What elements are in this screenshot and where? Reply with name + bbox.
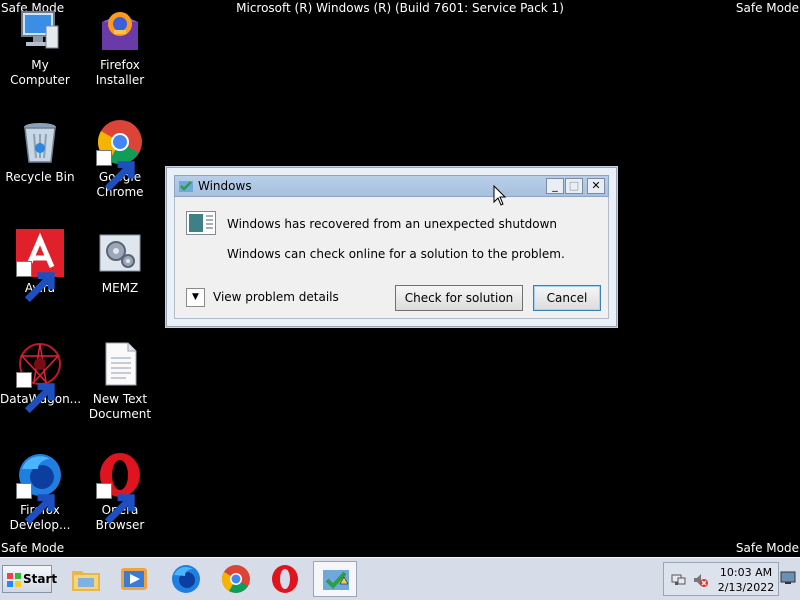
taskbar-opera[interactable] [263, 561, 307, 597]
recycle-bin-icon [16, 118, 64, 166]
shortcut-arrow-icon [16, 483, 55, 525]
clock-date: 2/13/2022 [717, 581, 775, 594]
desktop-icon-memz[interactable]: MEMZ [80, 229, 160, 296]
desktop-icon-recycle-bin[interactable]: Recycle Bin [0, 118, 80, 185]
desktop-icon-firefox-installer[interactable]: Firefox Installer [80, 6, 160, 88]
view-details-toggle[interactable]: ▼ [186, 288, 205, 307]
desktop-icon-new-text-document[interactable]: New Text Document [80, 340, 160, 422]
desktop-icon-my-computer[interactable]: My Computer [0, 6, 80, 88]
taskbar-explorer[interactable] [64, 561, 108, 597]
dialog-title: Windows [198, 179, 252, 193]
minimize-button[interactable]: _ [546, 178, 564, 194]
desktop-icon-label: Firefox Installer [95, 58, 145, 87]
view-details-label[interactable]: View problem details [213, 290, 339, 304]
shortcut-arrow-icon [16, 261, 55, 303]
clock-time: 10:03 AM [719, 566, 773, 579]
explorer-icon [72, 571, 100, 591]
network-icon[interactable] [670, 572, 686, 588]
clock[interactable]: 10:03 AM 2/13/2022 [714, 565, 778, 595]
firefox-installer-icon [96, 6, 144, 54]
taskbar-chrome[interactable] [214, 561, 258, 597]
firefox-icon [172, 565, 200, 593]
safe-mode-label-bottom-right: Safe Mode [735, 541, 799, 555]
desktop-icon-google-chrome[interactable]: Google Chrome [80, 118, 160, 200]
text-document-icon [96, 340, 144, 388]
safe-mode-label-bottom-left: Safe Mode [1, 541, 65, 555]
chrome-icon [96, 118, 144, 192]
desktop-icon-avira[interactable]: Avira [0, 229, 80, 303]
windows-logo-icon [7, 573, 21, 587]
recovery-dialog: Windows _ □ ✕ Windows has recovered from… [166, 167, 617, 327]
desktop-icon-label: My Computer [10, 58, 70, 87]
desktop-icon-opera-browser[interactable]: Opera Browser [80, 451, 160, 533]
taskbar-media-player[interactable] [112, 561, 156, 597]
problem-report-icon [186, 211, 216, 235]
opera-icon [96, 451, 144, 525]
taskbar-firefox[interactable] [164, 561, 208, 597]
taskbar-action-center[interactable] [313, 561, 357, 597]
start-label: Start [23, 572, 58, 586]
desktop-icon-label: Recycle Bin [5, 170, 75, 184]
memz-icon [96, 229, 144, 277]
datawagon-icon [16, 340, 64, 414]
media-player-icon [121, 568, 147, 590]
avira-icon [16, 229, 64, 303]
action-center-flag-icon [179, 181, 193, 192]
desktop-icon-label: MEMZ [101, 281, 139, 295]
system-tray: 10:03 AM 2/13/2022 [663, 562, 779, 596]
desktop-icon-firefox-developer[interactable]: Firefox Develop... [0, 451, 80, 533]
cancel-button[interactable]: Cancel [533, 285, 601, 311]
chrome-icon [222, 565, 250, 593]
volume-muted-icon[interactable] [692, 572, 708, 588]
mouse-cursor-icon [493, 185, 507, 206]
desktop-icon-label: New Text Document [88, 392, 152, 421]
dialog-message: Windows can check online for a solution … [227, 247, 565, 261]
close-button[interactable]: ✕ [587, 178, 605, 194]
dialog-content: Windows has recovered from an unexpected… [174, 197, 609, 319]
maximize-button[interactable]: □ [565, 178, 583, 194]
show-desktop-icon[interactable] [780, 570, 796, 586]
shortcut-arrow-icon [96, 483, 135, 525]
opera-icon [272, 565, 298, 593]
start-button[interactable]: Start [2, 565, 57, 593]
taskbar: Start 10:03 AM 2/13/2022 [0, 557, 800, 600]
action-center-icon [323, 570, 349, 590]
check-for-solution-button[interactable]: Check for solution [395, 285, 523, 311]
desktop-icon-datawagon[interactable]: DataWagon... [0, 340, 81, 414]
shortcut-arrow-icon [16, 372, 55, 414]
shortcut-arrow-icon [96, 150, 135, 192]
firefox-developer-icon [16, 451, 64, 525]
computer-icon [16, 6, 64, 54]
dialog-titlebar[interactable]: Windows _ □ ✕ [174, 175, 609, 197]
dialog-heading: Windows has recovered from an unexpected… [227, 217, 558, 231]
